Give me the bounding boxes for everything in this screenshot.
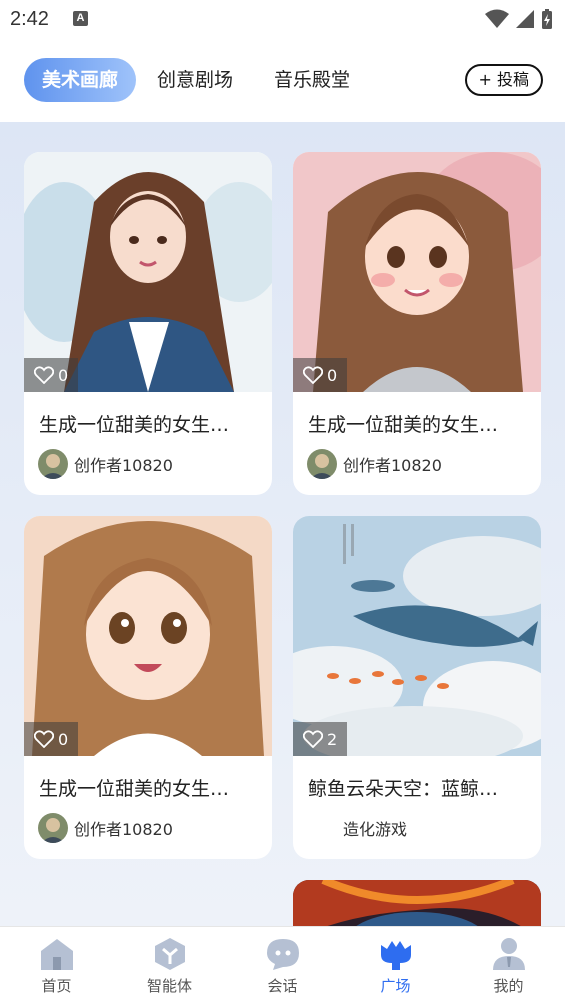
- artwork-image[interactable]: [293, 880, 541, 926]
- plaza-icon: [380, 941, 411, 970]
- notification-icon: A: [73, 11, 88, 26]
- gallery-card[interactable]: 2 鲸鱼云朵天空：蓝鲸… 造化游戏: [293, 516, 541, 859]
- submit-button[interactable]: + 投稿: [464, 64, 543, 96]
- agent-icon: [154, 938, 185, 970]
- avatar: [307, 813, 337, 843]
- tab-creative-theater[interactable]: 创意剧场: [157, 58, 233, 102]
- like-button[interactable]: 0: [24, 358, 79, 392]
- card-title: 生成一位甜美的女生…: [39, 414, 230, 436]
- nav-agent[interactable]: 智能体: [113, 927, 226, 1004]
- card-author[interactable]: 创作者10820: [24, 801, 272, 843]
- card-author[interactable]: 造化游戏: [293, 801, 541, 843]
- gallery-feed[interactable]: 0 生成一位甜美的女生… 创作者10820 0 生成一位甜美的女生… 创作者10…: [0, 122, 565, 926]
- nav-chat[interactable]: 会话: [226, 927, 339, 1004]
- tab-music-hall[interactable]: 音乐殿堂: [274, 58, 350, 102]
- nav-profile[interactable]: 我的: [452, 927, 565, 1004]
- card-title: 生成一位甜美的女生…: [39, 778, 230, 800]
- profile-icon: [492, 938, 525, 970]
- gallery-card[interactable]: [293, 880, 541, 926]
- author-name: 创作者10820: [74, 820, 173, 839]
- bottom-navigation: 首页 智能体 会话 广场 我的: [0, 926, 565, 1004]
- avatar: [38, 449, 68, 479]
- home-icon: [40, 939, 73, 970]
- chat-icon: [266, 939, 299, 970]
- artwork-image[interactable]: 0: [293, 152, 541, 392]
- nav-label: 广场: [380, 977, 411, 995]
- heart-icon: [303, 366, 323, 384]
- nav-plaza[interactable]: 广场: [339, 927, 452, 1004]
- heart-icon: [34, 730, 54, 748]
- like-count: 2: [327, 729, 338, 749]
- like-button[interactable]: 0: [24, 722, 79, 756]
- author-name: 创作者10820: [74, 456, 173, 475]
- heart-icon: [34, 366, 54, 384]
- like-button[interactable]: 2: [293, 722, 348, 756]
- gallery-card[interactable]: 0 生成一位甜美的女生… 创作者10820: [24, 516, 272, 859]
- card-author[interactable]: 创作者10820: [24, 437, 272, 479]
- nav-home[interactable]: 首页: [0, 927, 113, 1004]
- status-icons: [485, 8, 553, 30]
- like-count: 0: [58, 365, 69, 385]
- author-name: 创作者10820: [343, 456, 442, 475]
- status-time: 2:42: [10, 8, 49, 30]
- gallery-card[interactable]: 0 生成一位甜美的女生… 创作者10820: [293, 152, 541, 495]
- nav-label: 会话: [267, 977, 298, 995]
- heart-icon: [303, 730, 323, 748]
- gallery-card[interactable]: 0 生成一位甜美的女生… 创作者10820: [24, 152, 272, 495]
- signal-icon: [516, 10, 534, 28]
- artwork-image[interactable]: 2: [293, 516, 541, 756]
- artwork-image[interactable]: 0: [24, 152, 272, 392]
- avatar: [38, 813, 68, 843]
- like-count: 0: [327, 365, 338, 385]
- like-count: 0: [58, 729, 69, 749]
- artwork-image[interactable]: 0: [24, 516, 272, 756]
- card-author[interactable]: 创作者10820: [293, 437, 541, 479]
- nav-label: 我的: [493, 977, 524, 995]
- nav-label: 智能体: [146, 977, 192, 995]
- battery-icon: [542, 9, 552, 29]
- status-bar: 2:42 A: [0, 0, 565, 40]
- category-tab-bar: 美术画廊 创意剧场 音乐殿堂 + 投稿: [0, 40, 565, 122]
- author-name: 造化游戏: [343, 820, 408, 839]
- card-title: 生成一位甜美的女生…: [308, 414, 499, 436]
- card-title: 鲸鱼云朵天空：蓝鲸…: [308, 778, 499, 800]
- nav-label: 首页: [41, 977, 72, 995]
- like-button[interactable]: 0: [293, 358, 348, 392]
- wifi-icon: [485, 9, 509, 28]
- tab-art-gallery[interactable]: 美术画廊: [24, 58, 137, 102]
- avatar: [307, 449, 337, 479]
